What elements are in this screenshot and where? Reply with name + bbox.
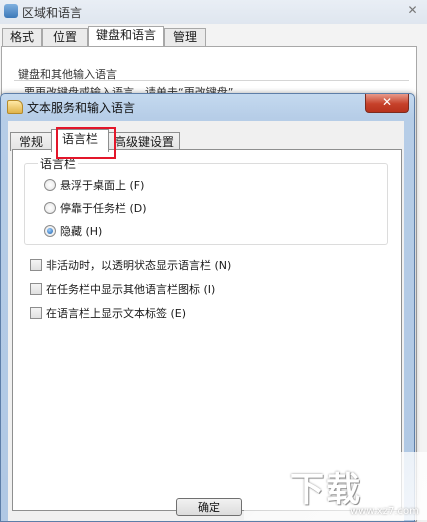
region-globe-icon bbox=[4, 4, 18, 18]
bg-close-icon[interactable]: ✕ bbox=[398, 0, 427, 20]
checkbox[interactable] bbox=[30, 259, 42, 271]
bg-tab-strip: 格式 位置 键盘和语言 管理 bbox=[0, 26, 427, 46]
annotation-highlight-box bbox=[56, 127, 116, 159]
bg-group-divider bbox=[14, 80, 409, 81]
checkbox-label: 在任务栏中显示其他语言栏图标 (I) bbox=[46, 283, 216, 296]
radio-label: 悬浮于桌面上 (F) bbox=[60, 179, 145, 192]
tab-administrative[interactable]: 管理 bbox=[164, 28, 206, 46]
bg-titlebar: 区域和语言 ✕ bbox=[0, 0, 427, 24]
checkbox[interactable] bbox=[30, 307, 42, 319]
checkbox-label: 非活动时，以透明状态显示语言栏 (N) bbox=[46, 259, 232, 272]
checkbox[interactable] bbox=[30, 283, 42, 295]
radio-label: 隐藏 (H) bbox=[60, 225, 103, 238]
dialog-tab-strip: 常规 语言栏 高级键设置 bbox=[10, 129, 310, 152]
radio-button[interactable] bbox=[44, 202, 56, 214]
tab-location[interactable]: 位置 bbox=[42, 28, 88, 46]
tab-keyboard-language[interactable]: 键盘和语言 bbox=[88, 26, 164, 46]
ok-button[interactable]: 确定 bbox=[176, 498, 242, 516]
folder-keyboard-icon bbox=[7, 100, 23, 114]
radio-label: 停靠于任务栏 (D) bbox=[60, 202, 147, 215]
close-button[interactable]: ✕ bbox=[365, 94, 409, 113]
tab-format[interactable]: 格式 bbox=[2, 28, 42, 46]
checkbox-label: 在语言栏上显示文本标签 (E) bbox=[46, 307, 187, 320]
bg-window-title: 区域和语言 bbox=[22, 6, 83, 20]
radio-button-checked[interactable] bbox=[44, 225, 56, 237]
watermark-url: www.xz7.com bbox=[350, 506, 419, 517]
radio-button[interactable] bbox=[44, 179, 56, 191]
dialog-title: 文本服务和输入语言 bbox=[27, 101, 136, 115]
watermark-logo-text: 下载 bbox=[290, 470, 362, 510]
